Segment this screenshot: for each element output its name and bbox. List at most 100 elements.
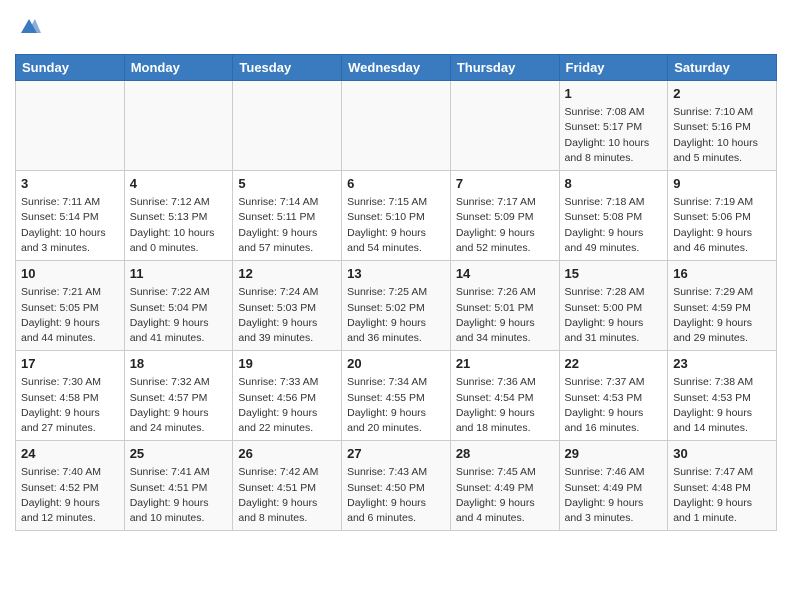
day-number: 20	[347, 355, 445, 373]
calendar-cell: 15 Sunrise: 7:28 AM Sunset: 5:00 PM Dayli…	[559, 261, 668, 351]
day-info: Sunrise: 7:47 AM Sunset: 4:48 PM Dayligh…	[673, 465, 771, 526]
calendar-cell: 20 Sunrise: 7:34 AM Sunset: 4:55 PM Dayli…	[342, 351, 451, 441]
day-info: Sunrise: 7:33 AM Sunset: 4:56 PM Dayligh…	[238, 375, 336, 436]
calendar-week-row: 10 Sunrise: 7:21 AM Sunset: 5:05 PM Dayli…	[16, 261, 777, 351]
calendar-cell: 27 Sunrise: 7:43 AM Sunset: 4:50 PM Dayli…	[342, 441, 451, 531]
header-tuesday: Tuesday	[233, 55, 342, 81]
calendar-cell: 28 Sunrise: 7:45 AM Sunset: 4:49 PM Dayli…	[450, 441, 559, 531]
day-info: Sunrise: 7:25 AM Sunset: 5:02 PM Dayligh…	[347, 285, 445, 346]
day-number: 11	[130, 265, 228, 283]
calendar-cell: 9 Sunrise: 7:19 AM Sunset: 5:06 PM Daylig…	[668, 171, 777, 261]
day-number: 13	[347, 265, 445, 283]
day-number: 19	[238, 355, 336, 373]
day-number: 21	[456, 355, 554, 373]
day-number: 7	[456, 175, 554, 193]
calendar-cell: 17 Sunrise: 7:30 AM Sunset: 4:58 PM Dayli…	[16, 351, 125, 441]
day-info: Sunrise: 7:43 AM Sunset: 4:50 PM Dayligh…	[347, 465, 445, 526]
calendar-cell: 6 Sunrise: 7:15 AM Sunset: 5:10 PM Daylig…	[342, 171, 451, 261]
day-info: Sunrise: 7:34 AM Sunset: 4:55 PM Dayligh…	[347, 375, 445, 436]
day-info: Sunrise: 7:11 AM Sunset: 5:14 PM Dayligh…	[21, 195, 119, 256]
day-number: 23	[673, 355, 771, 373]
day-number: 3	[21, 175, 119, 193]
calendar-cell: 10 Sunrise: 7:21 AM Sunset: 5:05 PM Dayli…	[16, 261, 125, 351]
day-info: Sunrise: 7:37 AM Sunset: 4:53 PM Dayligh…	[565, 375, 663, 436]
calendar-week-row: 24Sunrise: 7:40 AM Sunset: 4:52 PM Dayli…	[16, 441, 777, 531]
calendar-header-row: SundayMondayTuesdayWednesdayThursdayFrid…	[16, 55, 777, 81]
day-number: 12	[238, 265, 336, 283]
day-number: 26	[238, 445, 336, 463]
day-number: 1	[565, 85, 663, 103]
calendar-cell: 7 Sunrise: 7:17 AM Sunset: 5:09 PM Daylig…	[450, 171, 559, 261]
day-info: Sunrise: 7:45 AM Sunset: 4:49 PM Dayligh…	[456, 465, 554, 526]
calendar-cell: 14 Sunrise: 7:26 AM Sunset: 5:01 PM Dayli…	[450, 261, 559, 351]
calendar-week-row: 1 Sunrise: 7:08 AM Sunset: 5:17 PM Daylig…	[16, 81, 777, 171]
calendar-cell: 13 Sunrise: 7:25 AM Sunset: 5:02 PM Dayli…	[342, 261, 451, 351]
calendar-cell: 29 Sunrise: 7:46 AM Sunset: 4:49 PM Dayli…	[559, 441, 668, 531]
calendar-cell: 4Sunrise: 7:12 AM Sunset: 5:13 PM Daylig…	[124, 171, 233, 261]
day-info: Sunrise: 7:42 AM Sunset: 4:51 PM Dayligh…	[238, 465, 336, 526]
day-info: Sunrise: 7:32 AM Sunset: 4:57 PM Dayligh…	[130, 375, 228, 436]
calendar-cell: 16 Sunrise: 7:29 AM Sunset: 4:59 PM Dayli…	[668, 261, 777, 351]
header-wednesday: Wednesday	[342, 55, 451, 81]
day-info: Sunrise: 7:08 AM Sunset: 5:17 PM Dayligh…	[565, 105, 663, 166]
day-number: 30	[673, 445, 771, 463]
header-friday: Friday	[559, 55, 668, 81]
day-number: 6	[347, 175, 445, 193]
day-number: 8	[565, 175, 663, 193]
calendar-cell: 11 Sunrise: 7:22 AM Sunset: 5:04 PM Dayli…	[124, 261, 233, 351]
logo	[15, 10, 41, 44]
calendar-cell: 5Sunrise: 7:14 AM Sunset: 5:11 PM Daylig…	[233, 171, 342, 261]
calendar-cell: 19 Sunrise: 7:33 AM Sunset: 4:56 PM Dayli…	[233, 351, 342, 441]
day-info: Sunrise: 7:15 AM Sunset: 5:10 PM Dayligh…	[347, 195, 445, 256]
header-saturday: Saturday	[668, 55, 777, 81]
calendar-table: SundayMondayTuesdayWednesdayThursdayFrid…	[15, 54, 777, 531]
header-monday: Monday	[124, 55, 233, 81]
header-sunday: Sunday	[16, 55, 125, 81]
calendar-week-row: 17 Sunrise: 7:30 AM Sunset: 4:58 PM Dayli…	[16, 351, 777, 441]
calendar-cell	[233, 81, 342, 171]
day-info: Sunrise: 7:26 AM Sunset: 5:01 PM Dayligh…	[456, 285, 554, 346]
header-thursday: Thursday	[450, 55, 559, 81]
day-info: Sunrise: 7:24 AM Sunset: 5:03 PM Dayligh…	[238, 285, 336, 346]
day-info: Sunrise: 7:22 AM Sunset: 5:04 PM Dayligh…	[130, 285, 228, 346]
day-info: Sunrise: 7:30 AM Sunset: 4:58 PM Dayligh…	[21, 375, 119, 436]
calendar-cell: 25Sunrise: 7:41 AM Sunset: 4:51 PM Dayli…	[124, 441, 233, 531]
calendar-cell	[124, 81, 233, 171]
calendar-cell: 30 Sunrise: 7:47 AM Sunset: 4:48 PM Dayli…	[668, 441, 777, 531]
logo-icon	[17, 15, 41, 39]
calendar-cell: 3 Sunrise: 7:11 AM Sunset: 5:14 PM Daylig…	[16, 171, 125, 261]
day-info: Sunrise: 7:19 AM Sunset: 5:06 PM Dayligh…	[673, 195, 771, 256]
day-info: Sunrise: 7:17 AM Sunset: 5:09 PM Dayligh…	[456, 195, 554, 256]
day-info: Sunrise: 7:40 AM Sunset: 4:52 PM Dayligh…	[21, 465, 119, 526]
calendar-cell: 1 Sunrise: 7:08 AM Sunset: 5:17 PM Daylig…	[559, 81, 668, 171]
day-number: 29	[565, 445, 663, 463]
calendar-cell: 12 Sunrise: 7:24 AM Sunset: 5:03 PM Dayli…	[233, 261, 342, 351]
day-info: Sunrise: 7:18 AM Sunset: 5:08 PM Dayligh…	[565, 195, 663, 256]
calendar-cell: 22 Sunrise: 7:37 AM Sunset: 4:53 PM Dayli…	[559, 351, 668, 441]
calendar-cell: 21 Sunrise: 7:36 AM Sunset: 4:54 PM Dayli…	[450, 351, 559, 441]
day-number: 17	[21, 355, 119, 373]
calendar-cell: 23Sunrise: 7:38 AM Sunset: 4:53 PM Dayli…	[668, 351, 777, 441]
day-info: Sunrise: 7:28 AM Sunset: 5:00 PM Dayligh…	[565, 285, 663, 346]
calendar-week-row: 3 Sunrise: 7:11 AM Sunset: 5:14 PM Daylig…	[16, 171, 777, 261]
day-number: 5	[238, 175, 336, 193]
day-info: Sunrise: 7:12 AM Sunset: 5:13 PM Dayligh…	[130, 195, 228, 256]
day-number: 22	[565, 355, 663, 373]
day-number: 27	[347, 445, 445, 463]
day-info: Sunrise: 7:10 AM Sunset: 5:16 PM Dayligh…	[673, 105, 771, 166]
day-info: Sunrise: 7:46 AM Sunset: 4:49 PM Dayligh…	[565, 465, 663, 526]
day-info: Sunrise: 7:21 AM Sunset: 5:05 PM Dayligh…	[21, 285, 119, 346]
calendar-cell: 8 Sunrise: 7:18 AM Sunset: 5:08 PM Daylig…	[559, 171, 668, 261]
calendar-cell: 2Sunrise: 7:10 AM Sunset: 5:16 PM Daylig…	[668, 81, 777, 171]
page-header	[15, 10, 777, 44]
day-number: 10	[21, 265, 119, 283]
day-number: 16	[673, 265, 771, 283]
day-number: 25	[130, 445, 228, 463]
day-number: 14	[456, 265, 554, 283]
calendar-cell: 26 Sunrise: 7:42 AM Sunset: 4:51 PM Dayli…	[233, 441, 342, 531]
day-info: Sunrise: 7:29 AM Sunset: 4:59 PM Dayligh…	[673, 285, 771, 346]
day-number: 15	[565, 265, 663, 283]
day-info: Sunrise: 7:36 AM Sunset: 4:54 PM Dayligh…	[456, 375, 554, 436]
day-number: 9	[673, 175, 771, 193]
day-number: 28	[456, 445, 554, 463]
